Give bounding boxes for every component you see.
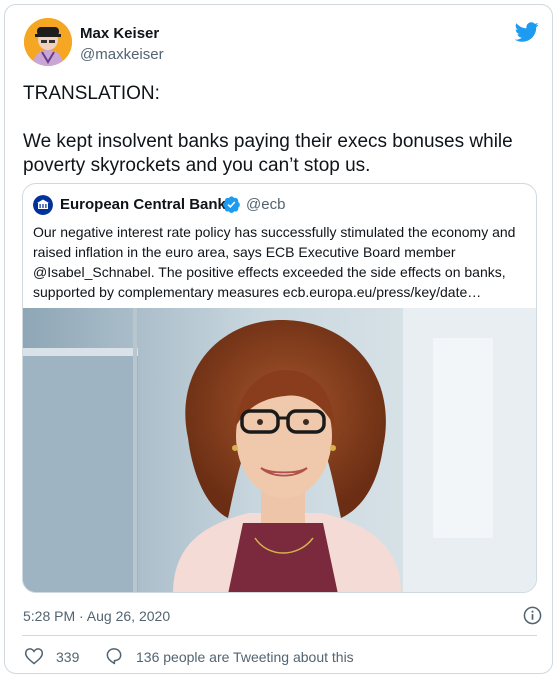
heart-icon[interactable] [24,646,44,666]
like-count[interactable]: 339 [56,649,79,665]
speech-bubble-icon[interactable] [104,646,124,666]
tweet-timestamp[interactable]: 5:28 PM · Aug 26, 2020 [23,608,170,624]
tweet-paragraph: TRANSLATION: [23,83,160,104]
tweeting-about-link[interactable]: 136 people are Tweeting about this [136,649,354,665]
author-display-name[interactable]: Max Keiser [80,25,159,42]
ecb-avatar[interactable] [33,195,53,215]
tweet-paragraph: We kept insolvent banks paying their exe… [23,131,513,176]
quoted-tweet-text: Our negative interest rate policy has su… [33,224,516,300]
verified-badge-icon [222,195,241,214]
quoted-author-name[interactable]: European Central Bank [60,196,226,213]
quoted-tweet-photo[interactable] [23,308,536,592]
info-icon[interactable] [523,606,542,625]
divider [22,635,537,636]
tweet-card: Max Keiser @maxkeiser TRANSLATION: We ke… [4,4,553,674]
twitter-bird-icon[interactable] [514,20,539,44]
author-handle[interactable]: @maxkeiser [80,46,164,63]
quoted-author-handle[interactable]: @ecb [246,196,285,213]
author-avatar[interactable] [24,18,72,66]
quoted-tweet[interactable]: European Central Bank @ecb Our negative … [22,183,537,593]
